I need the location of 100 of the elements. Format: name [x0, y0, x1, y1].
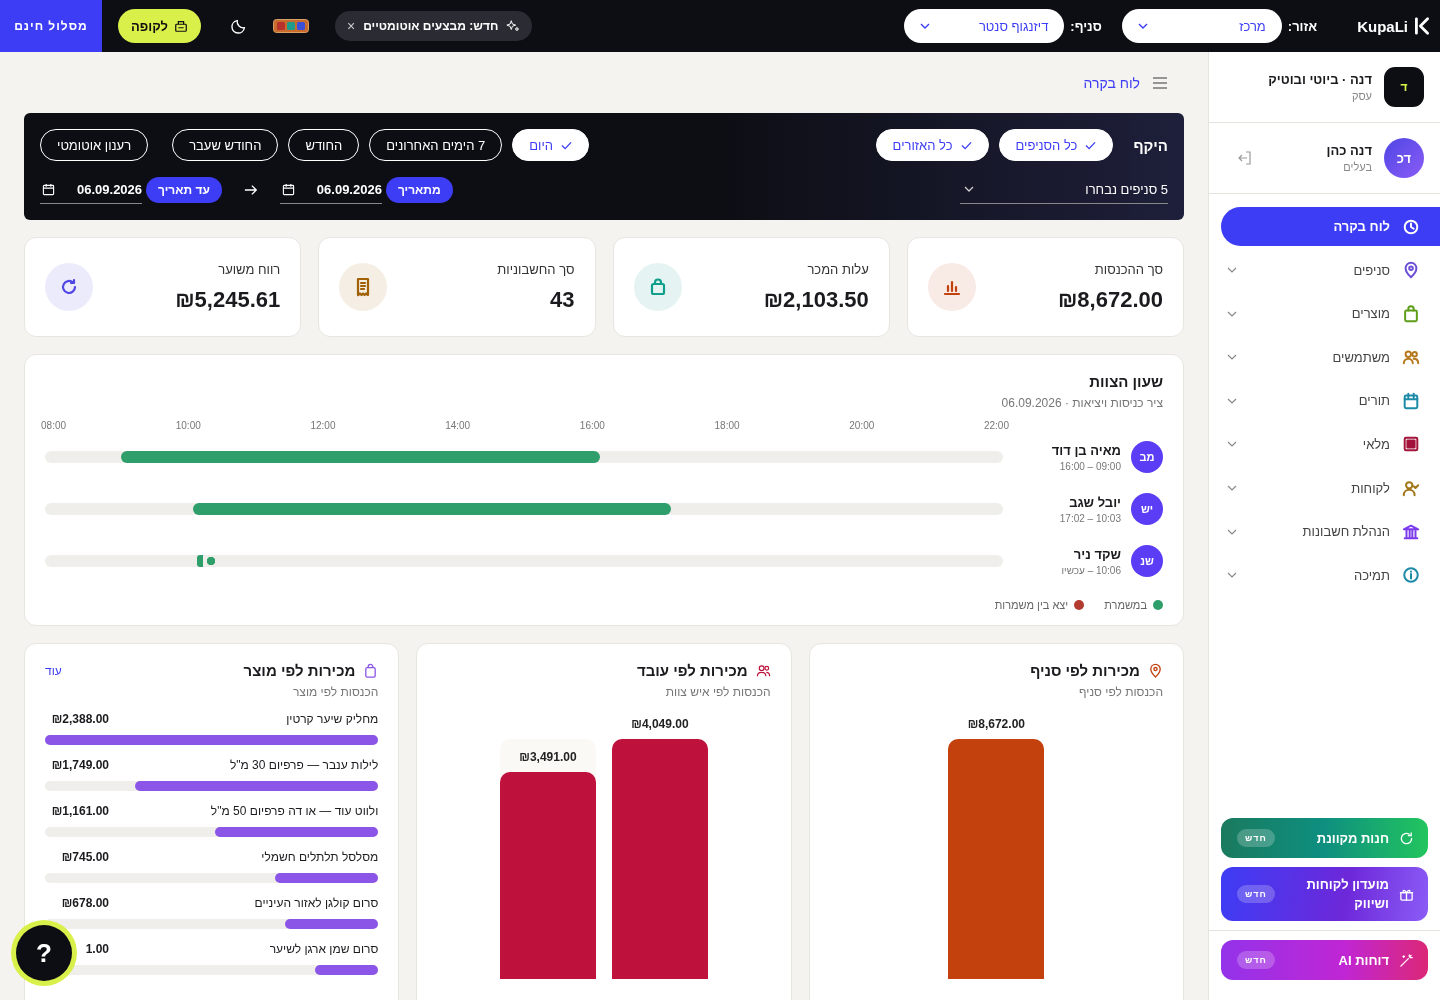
product-value: ₪1,161.00	[50, 804, 109, 818]
business-name: דנה · ביוטי ובוטיק	[1268, 72, 1372, 87]
kpi-value: ₪5,245.61	[175, 286, 281, 313]
palette-icon[interactable]	[273, 19, 309, 33]
card-subtitle: הכנסות לפי מוצר	[291, 685, 379, 699]
nav-item[interactable]: סניפים	[1209, 250, 1440, 290]
product-name: לילות ענבר — פרפיום 30 מ"ל	[229, 758, 379, 772]
chevron-down-icon	[1227, 267, 1237, 274]
announcement-text: חדש: מבצעים אוטומטיים	[363, 19, 499, 33]
staff-avatar: שנ	[1131, 545, 1163, 577]
chevron-down-icon	[964, 186, 974, 192]
axis-tick-label: 10:00	[175, 420, 201, 431]
breadcrumb-link[interactable]: לוח בקרה	[1083, 74, 1140, 91]
product-name: ולווט עוד — או דה פרפיום 50 מ"ל	[210, 804, 379, 818]
menu-icon[interactable]	[1152, 76, 1168, 89]
promo-button[interactable]: חנות מקוונת חדש	[1221, 818, 1428, 858]
chevron-down-icon	[1227, 441, 1237, 448]
card-title: מכירות לפי עובד	[636, 662, 748, 679]
logo-icon	[1414, 16, 1430, 36]
chevron-down-icon	[1227, 528, 1237, 535]
staff-name: יובל שגב	[1068, 494, 1121, 510]
nav-item[interactable]: מוצרים	[1209, 294, 1440, 334]
more-link[interactable]: עוד	[45, 663, 62, 678]
axis-tick-label: 22:00	[983, 420, 1009, 431]
chevron-down-icon	[1227, 397, 1237, 404]
logo-text: KupaLi	[1357, 17, 1408, 35]
from-date-field[interactable]: 06.09.2026	[279, 175, 382, 204]
axis-tick-label: 12:00	[310, 420, 336, 431]
kpi-label: סך ההכנסות	[1093, 261, 1163, 277]
nav-item[interactable]: לקוחות	[1209, 468, 1440, 508]
arrow-right-icon	[243, 183, 258, 196]
card-title: שעון הצוות	[1088, 373, 1163, 390]
product-name: סרום שמן ארגן לשיער	[269, 942, 379, 956]
nav-item[interactable]: משתמשים	[1209, 337, 1440, 377]
refresh-icon	[1399, 830, 1414, 846]
axis-tick-label: 18:00	[714, 420, 740, 431]
branch-select[interactable]: דיזנגוף סנטר	[904, 9, 1065, 43]
product-name: מסלסל תלתלים חשמלי	[261, 850, 379, 864]
moon-icon[interactable]	[231, 18, 247, 34]
staff-name: מאיה בן דוד	[1051, 442, 1121, 458]
region-select[interactable]: מרכז	[1121, 9, 1282, 43]
sparkle-icon	[506, 19, 521, 33]
promo-button[interactable]: מועדון לקוחות ושיווק חדש	[1221, 867, 1428, 921]
kpi-label: רווח משוער	[217, 261, 281, 277]
staff-avatar: יש	[1131, 493, 1163, 525]
chevron-down-icon	[1227, 354, 1237, 361]
nav-item[interactable]: תורים	[1209, 381, 1440, 421]
product-value: ₪2,388.00	[50, 712, 109, 726]
axis-tick-label: 16:00	[579, 420, 605, 431]
nav-item[interactable]: לוח בקרה	[1221, 207, 1440, 246]
legend-label: במשמרת	[1104, 599, 1147, 611]
scope-chip[interactable]: כל האזורים	[875, 129, 989, 161]
plan-button[interactable]: מסלול חינם	[0, 0, 102, 52]
nav-item[interactable]: תמיכה	[1209, 555, 1440, 595]
close-button[interactable]: ×	[347, 18, 356, 34]
calendar-icon	[42, 182, 55, 196]
user-role: בעלים	[1342, 161, 1372, 173]
business-avatar: ד	[1384, 67, 1424, 107]
axis-tick-label: 20:00	[849, 420, 875, 431]
logout-icon[interactable]	[1237, 150, 1253, 166]
check-icon	[1085, 140, 1097, 150]
pin-icon	[1148, 663, 1163, 678]
nav-item[interactable]: מלאי	[1209, 424, 1440, 464]
chevron-down-icon	[1137, 23, 1148, 29]
product-name: מחליק שיער קרטין	[286, 712, 379, 726]
bar-value-label: ₪8,672.00	[966, 717, 1026, 731]
chevron-down-icon	[920, 23, 931, 29]
product-name: סרום קולגן לאזור העיניים	[254, 896, 379, 910]
bar-value-label: ₪3,491.00	[518, 750, 578, 765]
card-subtitle: הכנסות לפי איש צוות	[664, 685, 771, 699]
branches-select[interactable]: 5 סניפים נבחרו	[960, 175, 1168, 204]
announcement-pill[interactable]: חדש: מבצעים אוטומטיים ×	[335, 11, 533, 41]
product-value: ₪1,749.00	[50, 758, 109, 772]
business-role: עסק	[1350, 90, 1372, 102]
shift-time: 09:00 – 16:00	[1058, 460, 1121, 472]
shift-time: 10:03 – 17:02	[1059, 512, 1121, 524]
register-icon	[174, 19, 188, 33]
chevron-down-icon	[1227, 572, 1237, 579]
chevron-down-icon	[1227, 485, 1237, 492]
nav-item[interactable]: הנהלת חשבונות	[1209, 512, 1440, 552]
from-date-label: מתאריך	[385, 176, 453, 203]
staff-name: שקד ניר	[1072, 546, 1121, 562]
region-label: אזור:	[1287, 18, 1318, 34]
card-subtitle: ציר כניסות ויציאות · 06.09.2026	[1000, 396, 1163, 410]
card-subtitle: הכנסות לפי סניף	[1078, 685, 1163, 699]
calendar-icon	[281, 182, 295, 196]
kpi-value: ₪2,103.50	[763, 286, 869, 313]
new-badge: חדש	[1237, 885, 1275, 903]
kpi-value: 43	[549, 286, 575, 313]
user-name: דנה כהן	[1326, 143, 1372, 158]
card-title: מכירות לפי מוצר	[243, 662, 356, 679]
kpi-label: סך החשבוניות	[497, 261, 575, 277]
register-button[interactable]: לקופה	[118, 9, 201, 43]
to-date-field[interactable]: 06.09.2026	[40, 175, 143, 204]
promo-button[interactable]: דוחות AI חדש	[1221, 940, 1428, 980]
user-avatar: דכ	[1384, 138, 1424, 178]
scope-chip[interactable]: כל הסניפים	[998, 129, 1114, 161]
period-chip[interactable]: היום	[512, 129, 590, 161]
to-date-label: עד תאריך	[146, 176, 222, 203]
users-icon	[755, 663, 771, 678]
